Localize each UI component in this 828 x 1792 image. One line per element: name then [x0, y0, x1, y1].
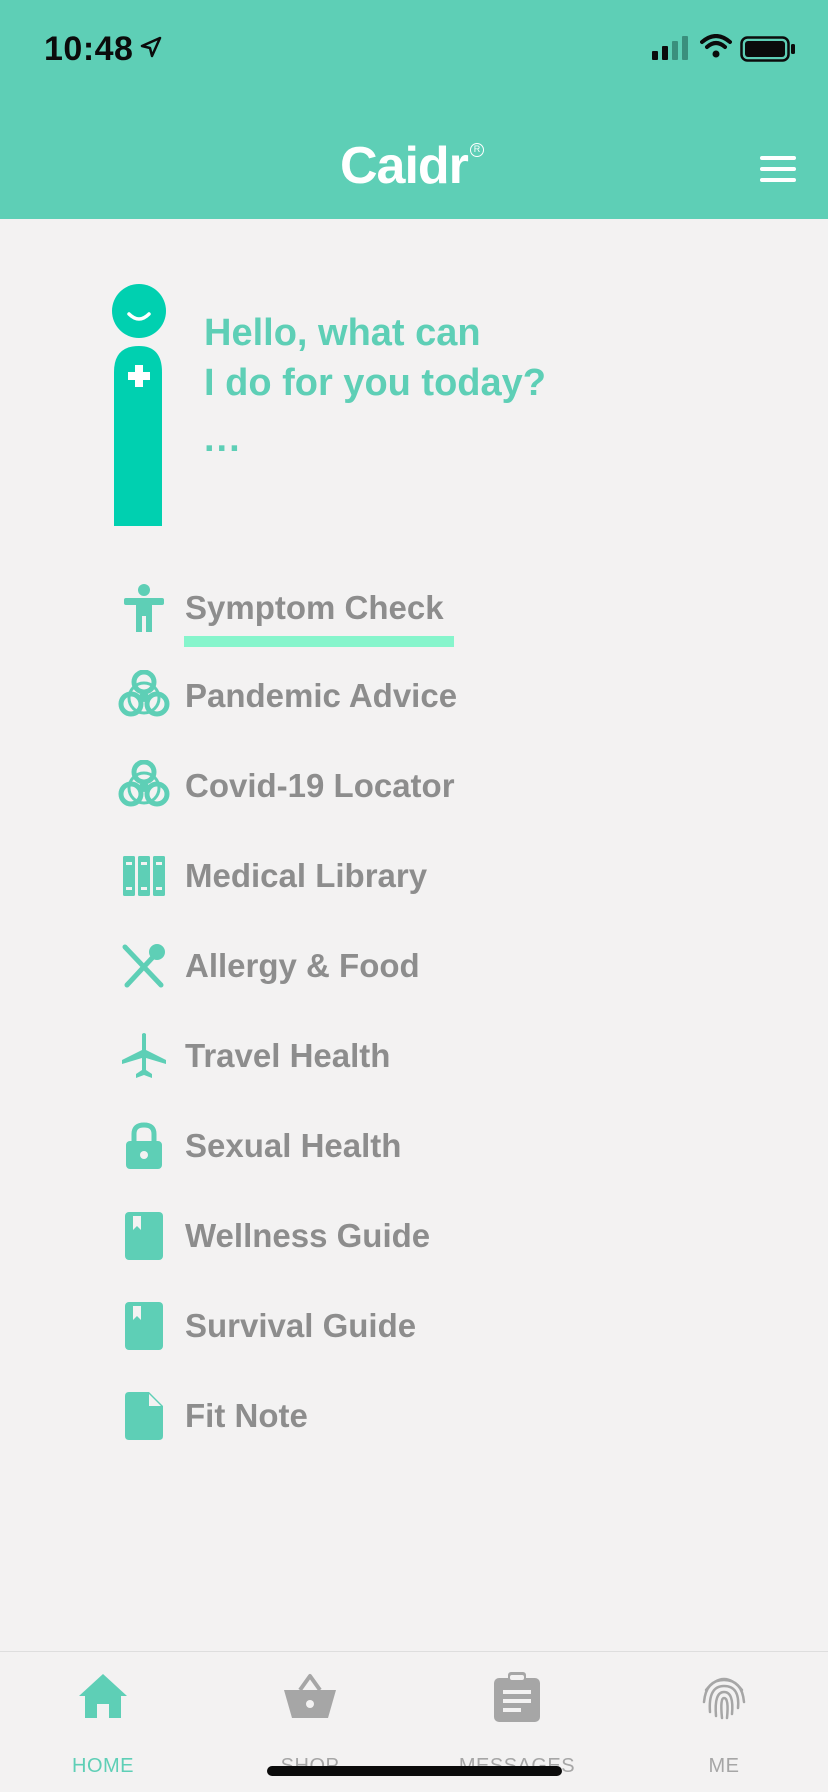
menu-item-allergy-food[interactable]: Allergy & Food — [112, 936, 712, 996]
menu-item-label: Wellness Guide — [185, 1217, 431, 1254]
menu-item-label: Pandemic Advice — [185, 677, 458, 714]
battery-icon — [740, 36, 795, 62]
biohazard-icon — [118, 760, 170, 807]
clipboard-icon — [494, 1672, 540, 1722]
menu-item-survival-guide[interactable]: Survival Guide — [112, 1296, 712, 1356]
menu-item-label: Symptom Check — [185, 589, 444, 626]
utensils-icon — [122, 944, 165, 988]
app-screen: 10:48 Caidr R Hello, what can I do for y… — [0, 0, 828, 1792]
location-arrow-icon — [140, 36, 162, 58]
signal-icon — [652, 36, 688, 60]
menu-item-label: Allergy & Food — [185, 947, 420, 984]
person-icon — [124, 584, 164, 632]
home-icon — [79, 1674, 127, 1718]
menu-item-symptom-check[interactable]: Symptom Check — [112, 578, 712, 638]
menu-item-pandemic-advice[interactable]: Pandemic Advice — [112, 666, 712, 726]
plane-icon — [122, 1033, 166, 1078]
typing-dots: ... — [204, 418, 242, 460]
tab-me[interactable]: ME — [644, 1652, 804, 1777]
menu-item-fit-note[interactable]: Fit Note — [112, 1386, 712, 1446]
hamburger-menu-icon[interactable] — [760, 156, 796, 182]
tab-messages[interactable]: MESSAGES — [437, 1652, 597, 1777]
greeting-line-2: I do for you today? — [204, 362, 546, 404]
mascot-icon — [112, 284, 166, 526]
app-header: 10:48 Caidr R — [0, 0, 828, 219]
greeting-text: Hello, what can I do for you today? — [204, 308, 546, 408]
menu-item-label: Sexual Health — [185, 1127, 402, 1164]
wifi-icon — [700, 34, 732, 58]
greeting-line-1: Hello, what can — [204, 312, 481, 354]
home-indicator — [267, 1766, 562, 1776]
book-icon — [125, 1212, 163, 1260]
fingerprint-icon — [702, 1677, 746, 1720]
tab-shop[interactable]: SHOP — [230, 1652, 390, 1777]
menu-item-travel-health[interactable]: Travel Health — [112, 1026, 712, 1086]
registered-mark: R — [470, 143, 484, 157]
menu-item-label: Travel Health — [185, 1037, 391, 1074]
status-time: 10:48 — [44, 30, 134, 68]
menu-item-label: Survival Guide — [185, 1307, 417, 1344]
menu-item-covid-19-locator[interactable]: Covid-19 Locator — [112, 756, 712, 816]
document-icon — [125, 1392, 163, 1440]
menu-item-label: Covid-19 Locator — [185, 767, 455, 804]
basket-icon — [284, 1674, 336, 1718]
menu-item-sexual-health[interactable]: Sexual Health — [112, 1116, 712, 1176]
tab-label: ME — [708, 1755, 740, 1777]
menu-item-wellness-guide[interactable]: Wellness Guide — [112, 1206, 712, 1266]
biohazard-icon — [118, 670, 170, 717]
books-icon — [123, 856, 165, 896]
tab-label: HOME — [72, 1755, 134, 1777]
tab-home[interactable]: HOME — [23, 1652, 183, 1777]
menu-item-medical-library[interactable]: Medical Library — [112, 846, 712, 906]
menu-item-label: Medical Library — [185, 857, 428, 894]
brand-logo: Caidr — [340, 137, 469, 195]
menu-item-label: Fit Note — [185, 1397, 308, 1434]
lock-icon — [126, 1122, 162, 1169]
book-icon — [125, 1302, 163, 1350]
